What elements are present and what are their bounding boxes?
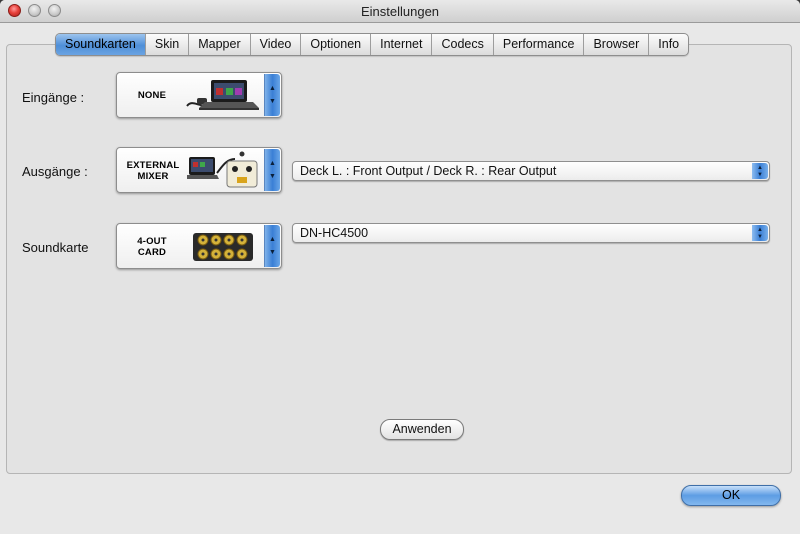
inputs-label: Eingänge : [22, 90, 85, 105]
tab-skin[interactable]: Skin [146, 34, 190, 55]
stepper-down-icon[interactable]: ▼ [265, 98, 280, 106]
stepper-up-icon[interactable]: ▲ [265, 236, 280, 244]
outputs-stepper[interactable]: ▲ ▼ [264, 149, 280, 191]
stepper-up-icon[interactable]: ▲ [265, 160, 280, 168]
inputs-picker[interactable]: NONE ▲ ▼ [116, 72, 282, 118]
outputs-picker[interactable]: EXTERNAL MIXER ▲ ▼ [116, 147, 282, 193]
soundcard-stepper[interactable]: ▲ ▼ [264, 225, 280, 267]
soundcard-select-value: DN-HC4500 [300, 226, 369, 240]
tab-info[interactable]: Info [649, 34, 688, 55]
tab-bar: Soundkarten Skin Mapper Video Optionen I… [55, 33, 690, 56]
outputs-picker-line2: MIXER [137, 171, 169, 182]
tab-video[interactable]: Video [251, 34, 302, 55]
soundcard-select[interactable]: DN-HC4500 ▲ ▼ [292, 223, 770, 243]
tab-soundkarten[interactable]: Soundkarten [56, 34, 146, 55]
soundcard-picker[interactable]: 4-OUT CARD ▲ ▼ [116, 223, 282, 269]
window-title: Einstellungen [360, 4, 440, 19]
tab-browser[interactable]: Browser [584, 34, 650, 55]
outputs-select-value: Deck L. : Front Output / Deck R. : Rear … [300, 164, 557, 178]
apply-button[interactable]: Anwenden [380, 419, 464, 440]
inputs-picker-text: NONE [137, 90, 167, 101]
stepper-down-icon[interactable]: ▼ [265, 173, 280, 181]
tab-mapper[interactable]: Mapper [189, 34, 251, 55]
soundcard-picker-text: 4-OUT CARD [123, 236, 181, 258]
soundcard-picker-line1: 4-OUT [137, 236, 167, 247]
laptop-cable-icon [186, 80, 259, 110]
rca-connectors-icon [193, 233, 253, 261]
stepper-down-icon[interactable]: ▼ [265, 249, 280, 257]
inputs-stepper[interactable]: ▲ ▼ [264, 74, 280, 116]
stepper-up-icon[interactable]: ▲ [265, 85, 280, 93]
outputs-select[interactable]: Deck L. : Front Output / Deck R. : Rear … [292, 161, 770, 181]
tab-optionen[interactable]: Optionen [301, 34, 372, 55]
title-bar[interactable]: Einstellungen [0, 0, 800, 23]
soundcard-picker-line2: CARD [137, 247, 167, 258]
tab-codecs[interactable]: Codecs [432, 34, 494, 55]
tab-internet[interactable]: Internet [371, 34, 433, 55]
outputs-label: Ausgänge : [22, 164, 88, 179]
ok-button[interactable]: OK [681, 485, 781, 506]
outputs-picker-line1: EXTERNAL [126, 160, 180, 171]
soundcard-label: Soundkarte [22, 240, 89, 255]
updown-arrows-icon[interactable]: ▲ ▼ [752, 225, 768, 241]
settings-window: Einstellungen Soundkarten Skin Mapper Vi… [0, 0, 800, 534]
tab-performance[interactable]: Performance [494, 34, 585, 55]
outputs-picker-text: EXTERNAL MIXER [123, 160, 183, 182]
external-mixer-icon [187, 151, 258, 188]
updown-arrows-icon[interactable]: ▲ ▼ [752, 163, 768, 179]
